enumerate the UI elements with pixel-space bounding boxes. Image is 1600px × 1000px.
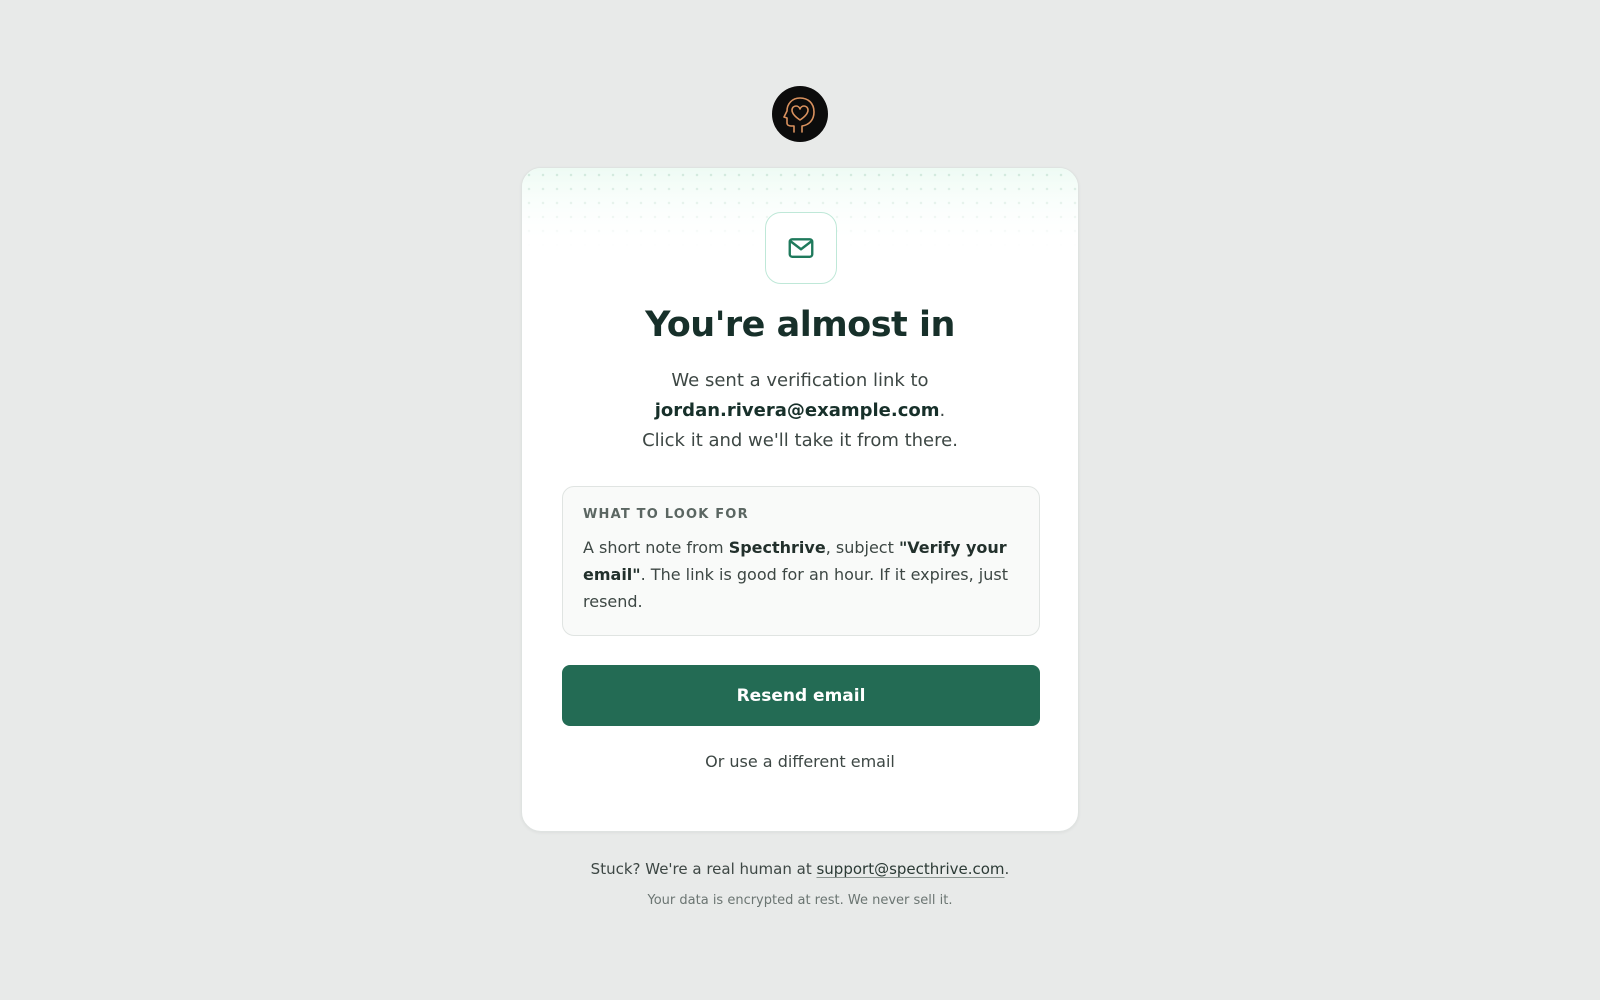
verify-email-page: You're almost in We sent a verification … [0,0,1600,1000]
head-heart-icon [772,86,828,142]
sender-name: Specthrive [728,538,826,557]
support-suffix: . [1004,860,1010,878]
message-line-3: Click it and we'll take it from there. [642,430,958,451]
support-line: Stuck? We're a real human at support@spe… [0,860,1600,878]
resend-email-button[interactable]: Resend email [562,665,1040,726]
verification-card: You're almost in We sent a verification … [521,167,1079,832]
page-title: You're almost in [645,305,955,345]
support-prefix: Stuck? We're a real human at [590,860,817,878]
verification-message: We sent a verification link to jordan.ri… [522,366,1078,456]
envelope-icon [765,212,837,284]
email-period: . [939,400,946,421]
support-email-link[interactable]: support@specthrive.com [816,860,1004,878]
look-for-mid: , subject [825,538,899,557]
message-line-1: We sent a verification link to [671,370,929,391]
privacy-note: Your data is encrypted at rest. We never… [647,893,953,908]
look-for-heading: WHAT TO LOOK FOR [583,507,749,522]
look-for-text: A short note from Specthrive, subject "V… [583,534,1019,615]
recipient-email: jordan.rivera@example.com [654,400,940,421]
look-for-prefix: A short note from [583,538,729,557]
look-for-suffix: . The link is good for an hour. If it ex… [583,565,1008,611]
use-different-email-link[interactable]: Or use a different email [522,752,1078,771]
what-to-look-for-box: WHAT TO LOOK FOR A short note from Spect… [562,486,1040,636]
